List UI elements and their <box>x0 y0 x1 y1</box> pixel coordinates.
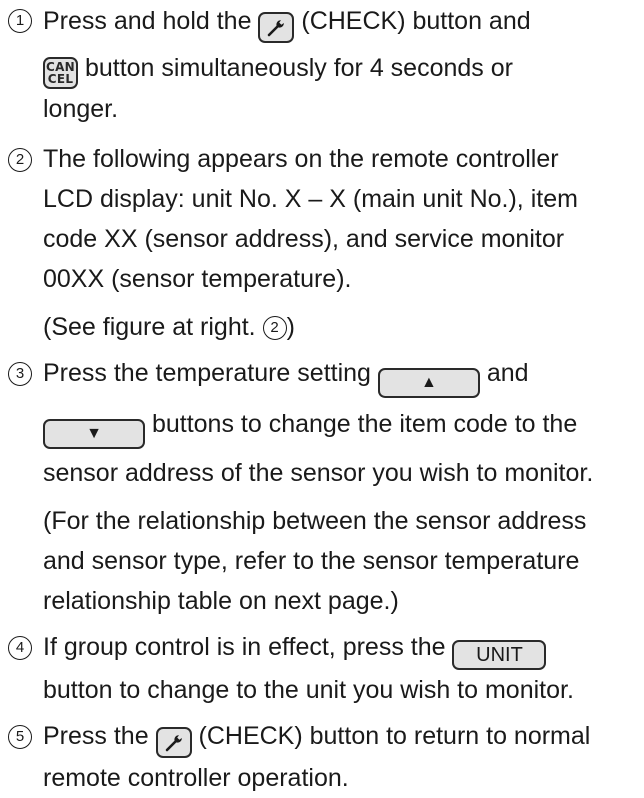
step-number-1: 1 <box>8 0 38 40</box>
step-2: 2 The following appears on the remote co… <box>8 139 644 347</box>
step-number-2: 2 <box>8 139 38 179</box>
step-1-line-3: longer. <box>43 95 119 123</box>
step-2-line-2: LCD display: unit No. X – X (main unit N… <box>43 185 578 213</box>
step-number-4: 4 <box>8 627 38 667</box>
instruction-document: 1 Press and hold the (CHECK) button and … <box>0 0 644 792</box>
step-5-line-1: Press the (CHECK) button to return to no… <box>43 716 644 758</box>
step-2-note: (See figure at right. 2) <box>43 313 295 341</box>
step-5: 5 Press the (CHECK) button to return to … <box>8 716 644 798</box>
step-1: 1 Press and hold the (CHECK) button and … <box>8 0 644 129</box>
step-5-line-2: remote controller operation. <box>43 764 349 792</box>
step-3-line-1: Press the temperature setting ▲ and <box>43 353 644 398</box>
step-3-line-3: sensor address of the sensor you wish to… <box>43 459 594 487</box>
step-3-note-line-2: and sensor type, refer to the sensor tem… <box>43 547 580 575</box>
step-number-3: 3 <box>8 353 38 393</box>
circled-number-2: 2 <box>262 316 287 340</box>
unit-button-icon: UNIT <box>452 640 547 670</box>
temperature-down-button-icon: ▼ <box>43 419 145 449</box>
step-3-line-2: ▼ buttons to change the item code to the <box>43 404 644 449</box>
step-4-line-2: button to change to the unit you wish to… <box>43 676 574 704</box>
step-3-note-line-1: (For the relationship between the sensor… <box>43 507 587 535</box>
step-1-line-2: CAN CEL button simultaneously for 4 secon… <box>43 48 644 89</box>
cancel-button-icon: CAN CEL <box>43 57 78 89</box>
step-number-5: 5 <box>8 716 38 756</box>
step-2-line-3: code XX (sensor address), and service mo… <box>43 225 565 253</box>
step-3-note-line-3: relationship table on next page.) <box>43 587 399 615</box>
step-4-line-1: If group control is in effect, press the… <box>43 627 644 670</box>
step-3: 3 Press the temperature setting ▲ and ▼ … <box>8 353 644 621</box>
check-button-icon <box>258 12 295 43</box>
step-2-line-4: 00XX (sensor temperature). <box>43 265 352 293</box>
check-button-icon <box>155 727 192 758</box>
step-1-line-1: Press and hold the (CHECK) button and <box>43 1 644 43</box>
temperature-up-button-icon: ▲ <box>377 368 480 398</box>
step-4: 4 If group control is in effect, press t… <box>8 627 644 710</box>
step-2-line-1: The following appears on the remote cont… <box>43 145 559 173</box>
